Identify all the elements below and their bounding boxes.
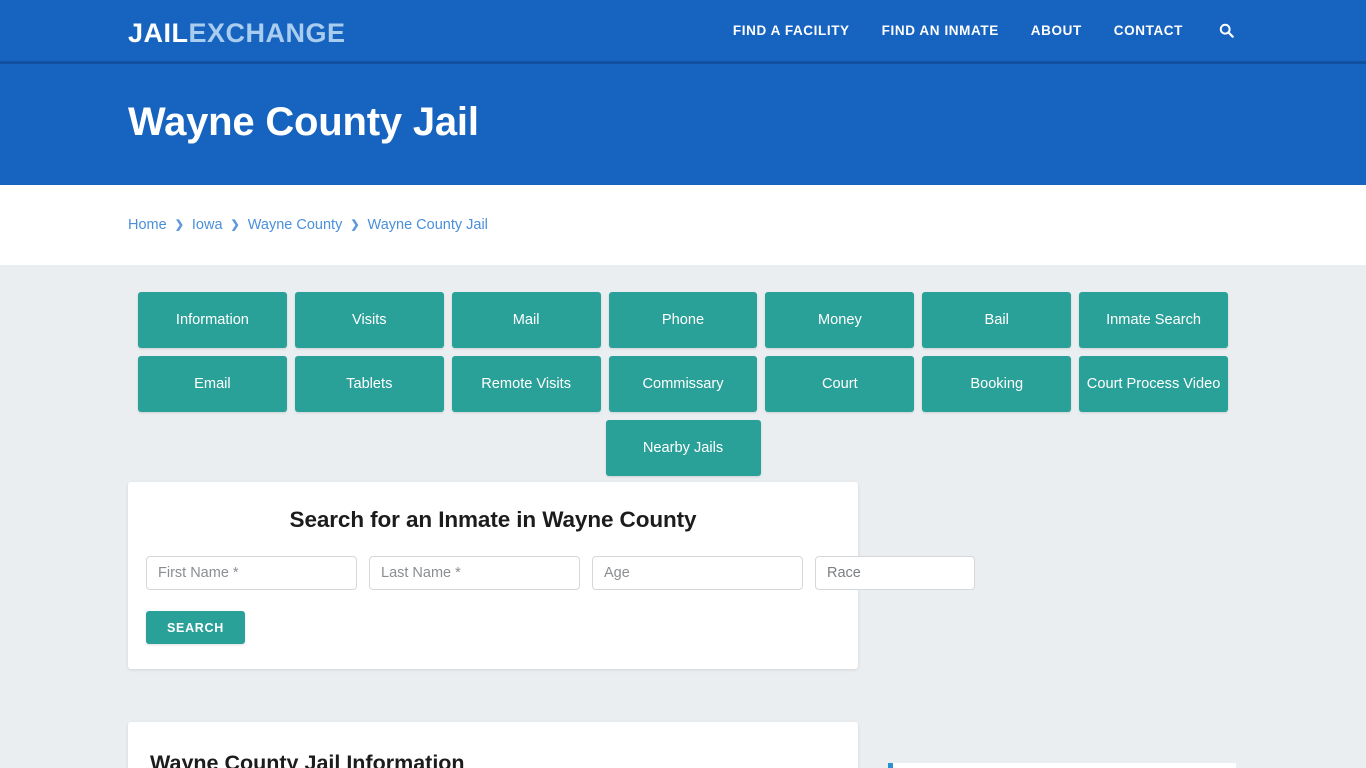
category-button-row-2: Email Tablets Remote Visits Commissary C… — [138, 356, 1229, 412]
category-button-information[interactable]: Information — [138, 292, 287, 348]
category-button-visits[interactable]: Visits — [294, 292, 444, 348]
chevron-right-icon: ❯ — [174, 218, 184, 231]
category-button-tablets[interactable]: Tablets — [294, 356, 444, 412]
nav-item-about[interactable]: ABOUT — [1015, 0, 1098, 61]
breadcrumb-item-wayne-county[interactable]: Wayne County — [248, 217, 343, 233]
category-button-commissary[interactable]: Commissary — [608, 356, 758, 412]
category-button-court[interactable]: Court — [765, 356, 915, 412]
category-button-row-3: Nearby Jails — [138, 420, 1228, 476]
site-logo[interactable]: JAILEXCHANGE — [128, 18, 346, 48]
top-navigation-bar: JAILEXCHANGE FIND A FACILITY FIND AN INM… — [0, 0, 1366, 64]
last-name-input[interactable] — [369, 556, 580, 590]
chevron-right-icon: ❯ — [230, 218, 240, 231]
breadcrumb-item-wayne-county-jail[interactable]: Wayne County Jail — [368, 217, 488, 233]
category-button-booking[interactable]: Booking — [922, 356, 1072, 412]
category-button-bail[interactable]: Bail — [922, 292, 1072, 348]
logo-text-secondary: EXCHANGE — [188, 18, 346, 48]
search-icon[interactable] — [1199, 23, 1238, 38]
page-hero: Wayne County Jail — [0, 64, 1366, 185]
race-select[interactable]: Race — [815, 556, 975, 590]
category-button-email[interactable]: Email — [138, 356, 287, 412]
jail-information-card: Wayne County Jail Information — [128, 722, 858, 768]
sidebar-accordion: Inmate Search Wayne County & City of Cor… — [888, 763, 1236, 768]
category-button-court-process-video[interactable]: Court Process Video — [1079, 356, 1229, 412]
inmate-search-title: Search for an Inmate in Wayne County — [289, 507, 697, 532]
chevron-right-icon: ❯ — [350, 218, 360, 231]
jail-information-title: Wayne County Jail Information — [150, 751, 465, 768]
nav-item-contact[interactable]: CONTACT — [1098, 0, 1199, 61]
nav-item-find-a-facility[interactable]: FIND A FACILITY — [717, 0, 866, 61]
search-submit-button[interactable]: SEARCH — [146, 611, 245, 644]
breadcrumb: Home ❯ Iowa ❯ Wayne County ❯ Wayne Count… — [128, 217, 488, 233]
first-name-input[interactable] — [146, 556, 357, 590]
inmate-search-fields: Race — [128, 533, 975, 590]
inmate-search-card: Search for an Inmate in Wayne County Rac… — [128, 482, 975, 669]
breadcrumb-item-iowa[interactable]: Iowa — [192, 217, 223, 233]
category-button-grid: Information Visits Mail Phone Money Bail… — [138, 292, 1229, 484]
category-button-inmate-search[interactable]: Inmate Search — [1079, 292, 1229, 348]
logo-text-primary: JAIL — [128, 18, 189, 48]
nav-item-find-an-inmate[interactable]: FIND AN INMATE — [866, 0, 1015, 61]
page-title: Wayne County Jail — [128, 100, 479, 144]
main-nav: FIND A FACILITY FIND AN INMATE ABOUT CON… — [717, 0, 1238, 61]
category-button-row-1: Information Visits Mail Phone Money Bail… — [138, 292, 1229, 348]
category-button-mail[interactable]: Mail — [451, 292, 601, 348]
category-button-phone[interactable]: Phone — [608, 292, 758, 348]
breadcrumb-bar: Home ❯ Iowa ❯ Wayne County ❯ Wayne Count… — [0, 185, 1366, 265]
category-button-nearby-jails[interactable]: Nearby Jails — [605, 420, 761, 476]
breadcrumb-item-home[interactable]: Home — [128, 217, 167, 233]
main-content: Information Visits Mail Phone Money Bail… — [0, 265, 1366, 768]
category-button-money[interactable]: Money — [765, 292, 915, 348]
accordion-item-inmate-search-county[interactable]: Inmate Search Wayne County & City of Cor… — [888, 763, 1236, 768]
category-button-remote-visits[interactable]: Remote Visits — [451, 356, 601, 412]
age-input[interactable] — [592, 556, 803, 590]
